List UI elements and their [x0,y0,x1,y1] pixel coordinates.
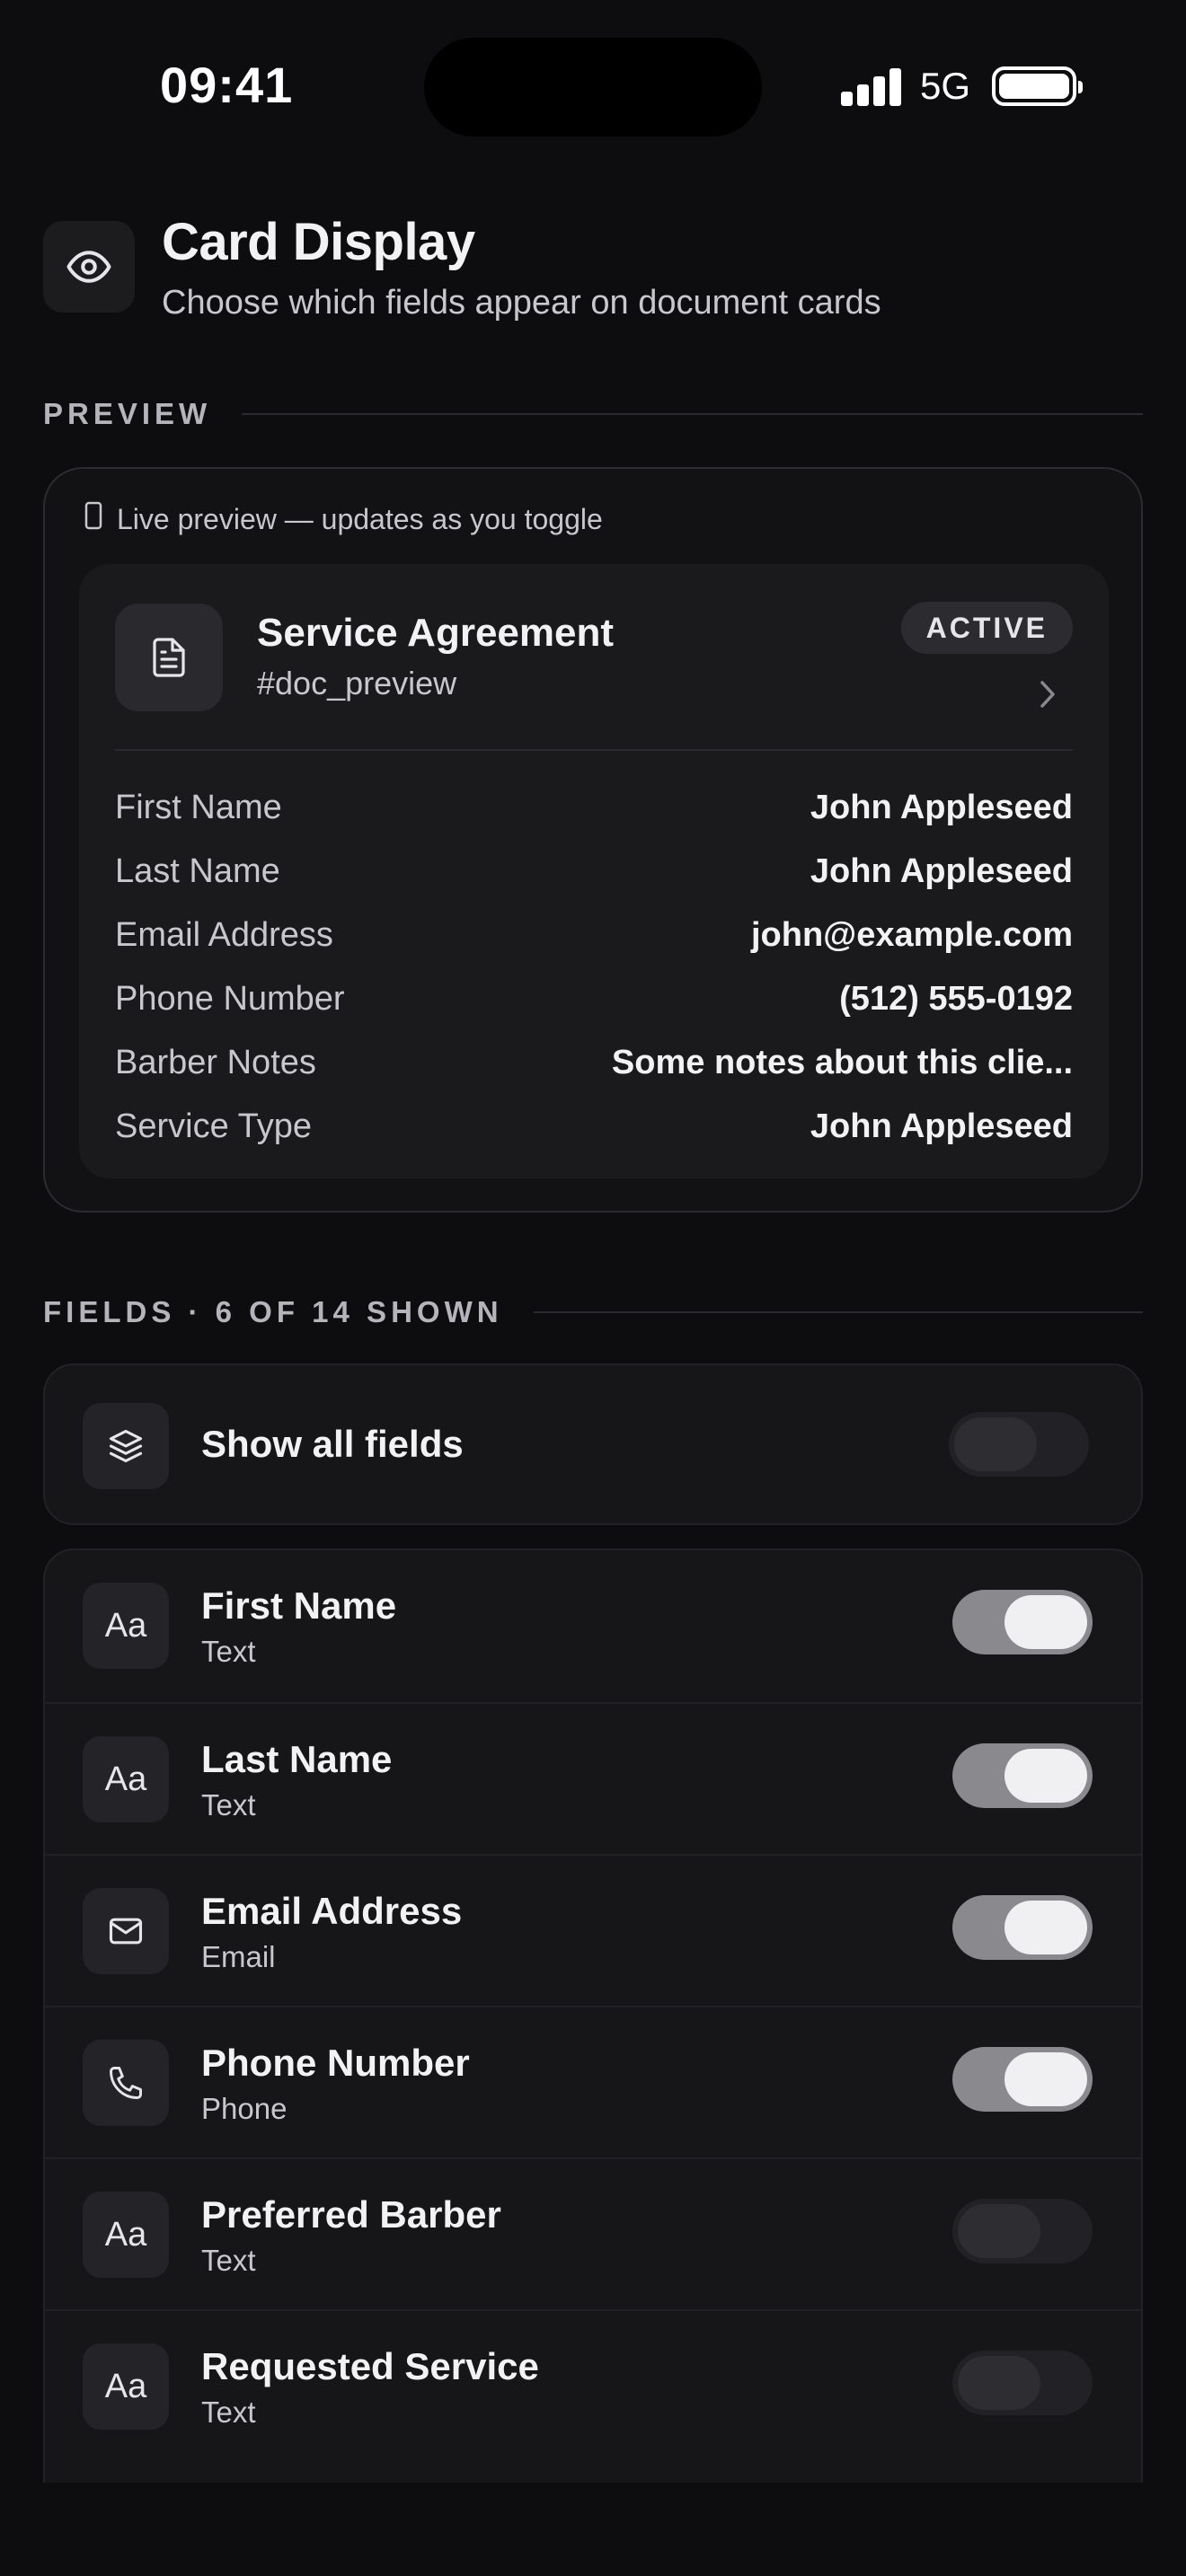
document-id: #doc_preview [257,665,457,701]
document-field-row: First Name John Appleseed [115,776,1073,840]
document-field-row: Barber Notes Some notes about this clie.… [115,1031,1073,1095]
document-field-row: Email Address john@example.com [115,904,1073,967]
field-value: John Appleseed [810,789,1073,826]
document-field-row: Last Name John Appleseed [115,840,1073,904]
field-name: First Name [201,1584,397,1627]
field-label: Email Address [115,916,333,954]
status-time: 09:41 [160,57,294,113]
signal-icon [841,66,902,106]
section-divider [242,413,1143,415]
field-row-requested-service[interactable]: Aa Requested Service Text [45,2309,1141,2461]
field-row-email-address[interactable]: Email Address Email [45,1854,1141,2006]
phone-icon [83,2040,169,2126]
document-field-list: First Name John Appleseed Last Name John… [115,776,1073,1159]
field-type: Text [201,2395,256,2429]
chevron-right-icon [1037,677,1058,716]
field-toggle-requested-service[interactable] [952,2351,1093,2415]
field-value: (512) 555-0192 [839,980,1073,1018]
field-type: Text [201,1788,256,1822]
document-field-row: Phone Number (512) 555-0192 [115,967,1073,1031]
field-label: Last Name [115,852,280,890]
preview-note-text: Live preview — updates as you toggle [117,502,603,535]
fields-section-label: FIELDS · 6 OF 14 SHOWN [43,1295,503,1328]
mail-icon [83,1888,169,1974]
page-subtitle: Choose which fields appear on document c… [162,284,881,322]
text-icon: Aa [83,1736,169,1822]
dynamic-island [424,38,762,137]
field-type: Text [201,2244,256,2277]
preview-note: Live preview — updates as you toggle [84,501,603,537]
field-name: Preferred Barber [201,2193,501,2236]
field-name: Requested Service [201,2345,539,2387]
field-value: john@example.com [750,916,1073,954]
field-name: Last Name [201,1738,393,1780]
preview-card: Live preview — updates as you toggle Ser… [43,467,1143,1213]
fields-section-header: FIELDS · 6 OF 14 SHOWN [43,1295,1143,1329]
section-divider [533,1311,1143,1313]
text-icon: Aa [83,2192,169,2278]
field-label: First Name [115,789,282,826]
document-card[interactable]: Service Agreement #doc_preview ACTIVE Fi… [79,564,1109,1178]
field-type: Email [201,1940,276,1973]
text-icon: Aa [83,2343,169,2430]
field-type: Text [201,1635,256,1668]
field-name: Phone Number [201,2042,470,2084]
field-value: John Appleseed [810,1107,1073,1145]
show-all-fields-label: Show all fields [201,1423,464,1465]
field-name: Email Address [201,1890,463,1932]
field-toggle-last-name[interactable] [952,1743,1093,1808]
preview-section-label: PREVIEW [43,397,212,430]
field-row-first-name[interactable]: Aa First Name Text [45,1550,1141,1702]
field-row-phone-number[interactable]: Phone Number Phone [45,2006,1141,2157]
phone-outline-icon [84,501,102,537]
field-type: Phone [201,2092,288,2125]
page-title: Card Display [162,213,475,271]
show-all-fields-row[interactable]: Show all fields [43,1363,1143,1525]
field-label: Barber Notes [115,1044,316,1081]
preview-section-header: PREVIEW [43,397,1143,431]
field-value: John Appleseed [810,852,1073,890]
document-field-row: Service Type John Appleseed [115,1095,1073,1159]
battery-icon [992,66,1083,106]
field-toggle-preferred-barber[interactable] [952,2199,1093,2263]
field-label: Phone Number [115,980,345,1018]
status-badge: ACTIVE [900,602,1073,654]
document-icon [115,604,223,711]
field-label: Service Type [115,1107,312,1145]
status-bar: 09:41 5G [0,0,1186,180]
show-all-fields-toggle[interactable] [949,1412,1089,1477]
field-toggle-first-name[interactable] [952,1590,1093,1654]
card-divider [115,749,1073,751]
field-toggle-email-address[interactable] [952,1895,1093,1960]
layers-icon [83,1403,169,1489]
field-list: Aa First Name Text Aa Last Name Text Ema… [43,1548,1143,2483]
field-row-preferred-barber[interactable]: Aa Preferred Barber Text [45,2157,1141,2309]
field-value: Some notes about this clie... [611,1044,1073,1081]
field-row-last-name[interactable]: Aa Last Name Text [45,1702,1141,1854]
field-toggle-phone-number[interactable] [952,2047,1093,2112]
document-title: Service Agreement [257,611,615,655]
text-icon: Aa [83,1583,169,1669]
eye-icon [43,221,135,313]
network-label: 5G [920,65,971,107]
